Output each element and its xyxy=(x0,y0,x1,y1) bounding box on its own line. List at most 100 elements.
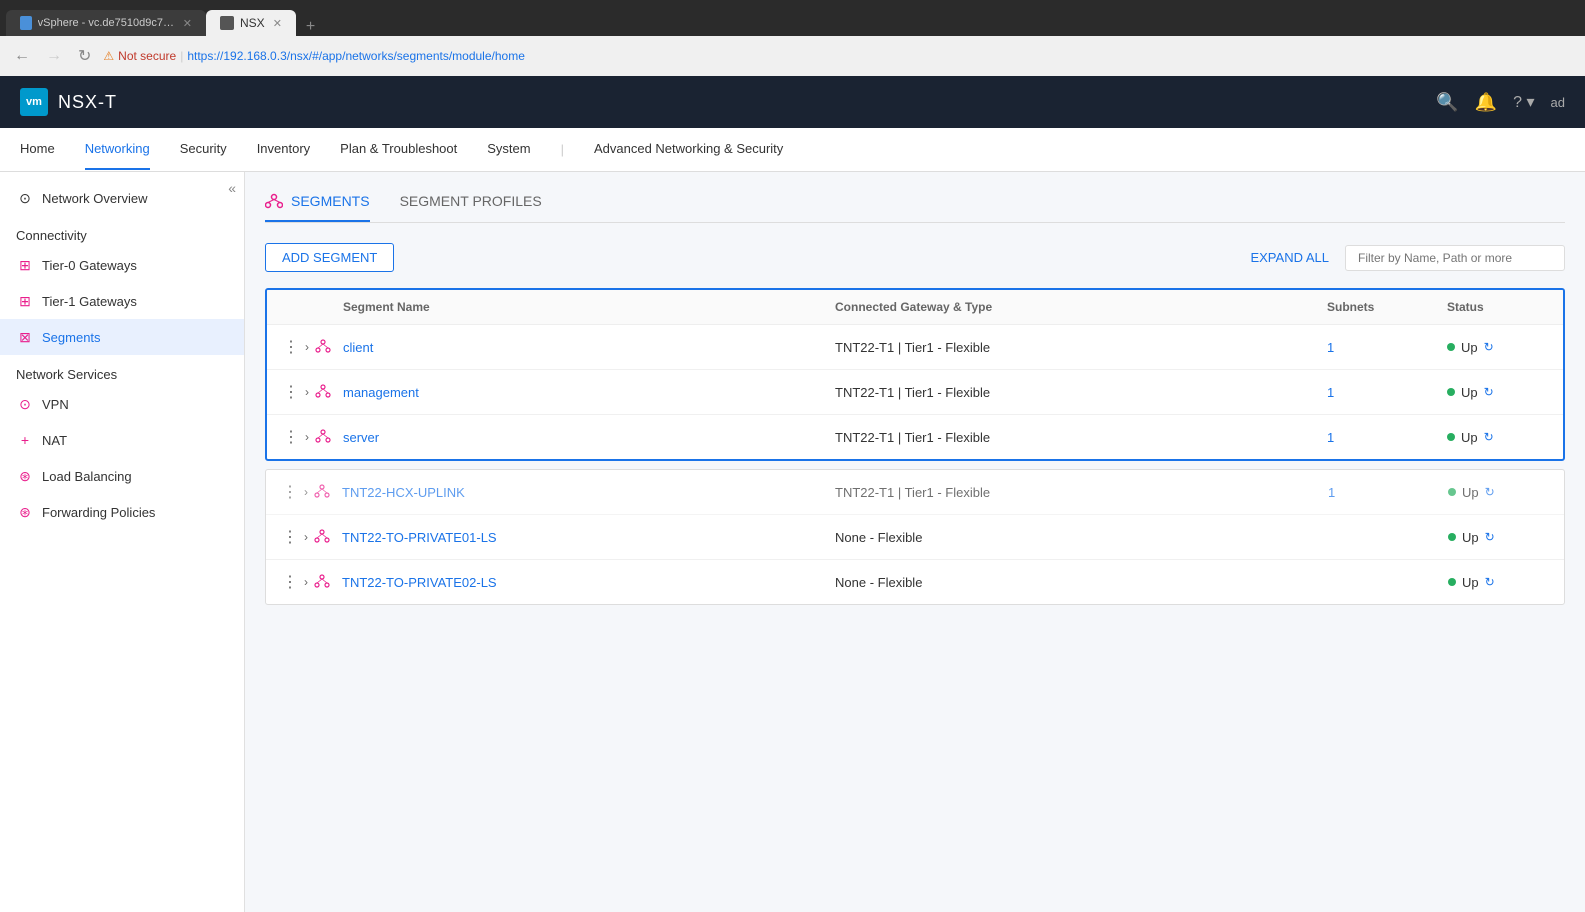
tab-nsx[interactable]: NSX ✕ xyxy=(206,10,296,36)
main-content: SEGMENTS SEGMENT PROFILES ADD SEGMENT EX… xyxy=(245,172,1585,912)
sidebar-item-label-nat: NAT xyxy=(42,433,67,448)
sidebar-item-label-tier1: Tier-1 Gateways xyxy=(42,294,137,309)
forward-button[interactable]: → xyxy=(42,45,66,67)
row-expand-hcx[interactable]: › xyxy=(304,485,308,499)
segment-name-private02[interactable]: TNT22-TO-PRIVATE02-LS xyxy=(342,575,835,590)
row-expand-server[interactable]: › xyxy=(305,430,309,444)
sidebar-item-label-network-overview: Network Overview xyxy=(42,191,147,206)
help-icon[interactable]: ? ▾ xyxy=(1513,92,1534,112)
table-row: ⋮ › TNT22-TO-PRIVATE02-LS None - Flexibl… xyxy=(266,560,1564,604)
segment-name-client[interactable]: client xyxy=(343,340,835,355)
subnets-management[interactable]: 1 xyxy=(1327,385,1447,400)
vm-icon: vm xyxy=(20,88,48,116)
row-expand-client[interactable]: › xyxy=(305,340,309,354)
col-header-status: Status xyxy=(1447,300,1547,314)
sidebar-item-label-forwarding-policies: Forwarding Policies xyxy=(42,505,155,520)
vsphere-tab-label: vSphere - vc.de7510d9c7d8485... xyxy=(38,17,175,29)
status-text-management: Up xyxy=(1461,385,1478,400)
gateway-hcx: TNT22-T1 | Tier1 - Flexible xyxy=(835,485,1328,500)
refresh-icon-server[interactable]: ↻ xyxy=(1484,430,1494,444)
warning-icon: ⚠ xyxy=(103,49,114,63)
nsx-tab-close[interactable]: ✕ xyxy=(273,17,282,30)
nav-networking[interactable]: Networking xyxy=(85,129,150,170)
add-segment-button[interactable]: ADD SEGMENT xyxy=(265,243,394,272)
address-bar: ← → ↻ ⚠ Not secure | https://192.168.0.3… xyxy=(0,36,1585,76)
table-row: ⋮ › server TNT22-T1 | Tier1 - Flexible xyxy=(267,415,1563,459)
refresh-icon-client[interactable]: ↻ xyxy=(1484,340,1494,354)
tier1-icon: ⊞ xyxy=(16,292,34,310)
sidebar-item-load-balancing[interactable]: ⊛ Load Balancing xyxy=(0,458,244,494)
expand-all-button[interactable]: EXPAND ALL xyxy=(1250,250,1329,265)
subnets-hcx[interactable]: 1 xyxy=(1328,485,1448,500)
row-menu-private01[interactable]: ⋮ xyxy=(282,527,298,547)
row-actions-hcx: ⋮ › xyxy=(282,482,342,502)
status-client: Up ↻ xyxy=(1447,340,1547,355)
row-menu-client[interactable]: ⋮ xyxy=(283,337,299,357)
row-expand-private02[interactable]: › xyxy=(304,575,308,589)
filter-input[interactable] xyxy=(1345,245,1565,271)
sidebar-item-label-load-balancing: Load Balancing xyxy=(42,469,132,484)
nav-home[interactable]: Home xyxy=(20,129,55,170)
nav-security[interactable]: Security xyxy=(180,129,227,170)
tab-segment-profiles[interactable]: SEGMENT PROFILES xyxy=(400,193,542,221)
row-expand-management[interactable]: › xyxy=(305,385,309,399)
segment-profiles-tab-label: SEGMENT PROFILES xyxy=(400,193,542,209)
segment-icon-management xyxy=(315,383,331,402)
security-warning-text: Not secure xyxy=(118,49,176,63)
sidebar-item-tier1[interactable]: ⊞ Tier-1 Gateways xyxy=(0,283,244,319)
status-dot-private02 xyxy=(1448,578,1456,586)
sidebar-collapse-button[interactable]: « xyxy=(228,180,236,196)
row-menu-management[interactable]: ⋮ xyxy=(283,382,299,402)
segment-name-management[interactable]: management xyxy=(343,385,835,400)
reload-button[interactable]: ↻ xyxy=(74,44,95,68)
row-menu-hcx[interactable]: ⋮ xyxy=(282,482,298,502)
forwarding-policies-icon: ⊛ xyxy=(16,503,34,521)
status-dot-client xyxy=(1447,343,1455,351)
subnets-client[interactable]: 1 xyxy=(1327,340,1447,355)
sidebar-item-tier0[interactable]: ⊞ Tier-0 Gateways xyxy=(0,247,244,283)
col-header-subnets: Subnets xyxy=(1327,300,1447,314)
segment-name-hcx[interactable]: TNT22-HCX-UPLINK xyxy=(342,485,835,500)
col-header-gateway: Connected Gateway & Type xyxy=(835,300,1327,314)
sidebar-item-vpn[interactable]: ⊙ VPN xyxy=(0,386,244,422)
segment-name-private01[interactable]: TNT22-TO-PRIVATE01-LS xyxy=(342,530,835,545)
nav-inventory[interactable]: Inventory xyxy=(257,129,310,170)
refresh-icon-private02[interactable]: ↻ xyxy=(1485,575,1495,589)
segment-icon-private02 xyxy=(314,573,330,592)
new-tab-button[interactable]: + xyxy=(300,18,321,36)
tab-segments[interactable]: SEGMENTS xyxy=(265,192,370,222)
refresh-icon-hcx[interactable]: ↻ xyxy=(1485,485,1495,499)
status-management: Up ↻ xyxy=(1447,385,1547,400)
refresh-icon-management[interactable]: ↻ xyxy=(1484,385,1494,399)
nav-system[interactable]: System xyxy=(487,129,530,170)
sidebar-section-network-services: Network Services xyxy=(0,355,244,386)
user-avatar[interactable]: ad xyxy=(1551,95,1565,110)
sidebar-item-network-overview[interactable]: ⊙ Network Overview xyxy=(0,180,244,216)
search-icon[interactable]: 🔍 xyxy=(1436,92,1458,113)
segment-icon-server xyxy=(315,428,331,447)
tab-vsphere[interactable]: vSphere - vc.de7510d9c7d8485... ✕ xyxy=(6,10,206,36)
vsphere-tab-close[interactable]: ✕ xyxy=(183,17,192,30)
refresh-icon-private01[interactable]: ↻ xyxy=(1485,530,1495,544)
back-button[interactable]: ← xyxy=(10,45,34,67)
segments-table-normal: ⋮ › TNT22-HCX-UPLINK TNT22-T1 | Tier1 - … xyxy=(265,469,1565,605)
segments-table-highlighted: Segment Name Connected Gateway & Type Su… xyxy=(265,288,1565,461)
sidebar-item-forwarding-policies[interactable]: ⊛ Forwarding Policies xyxy=(0,494,244,530)
segment-name-server[interactable]: server xyxy=(343,430,835,445)
nsx-tab-label: NSX xyxy=(240,16,265,30)
row-menu-server[interactable]: ⋮ xyxy=(283,427,299,447)
row-menu-private02[interactable]: ⋮ xyxy=(282,572,298,592)
subnets-server[interactable]: 1 xyxy=(1327,430,1447,445)
row-expand-private01[interactable]: › xyxy=(304,530,308,544)
url-display[interactable]: https://192.168.0.3/nsx/#/app/networks/s… xyxy=(187,49,525,63)
sidebar-item-segments[interactable]: ⊠ Segments xyxy=(0,319,244,355)
bell-icon[interactable]: 🔔 xyxy=(1475,92,1497,113)
nav-plan-troubleshoot[interactable]: Plan & Troubleshoot xyxy=(340,129,457,170)
security-warning: ⚠ Not secure | https://192.168.0.3/nsx/#… xyxy=(103,49,524,63)
table-row: ⋮ › TNT22-HCX-UPLINK TNT22-T1 | Tier1 - … xyxy=(266,470,1564,515)
nav-advanced[interactable]: Advanced Networking & Security xyxy=(594,129,783,170)
status-text-server: Up xyxy=(1461,430,1478,445)
main-nav: Home Networking Security Inventory Plan … xyxy=(0,128,1585,172)
table-row: ⋮ › client TNT22-T1 | Tier1 - Flexible xyxy=(267,325,1563,370)
sidebar-item-nat[interactable]: + NAT xyxy=(0,422,244,458)
